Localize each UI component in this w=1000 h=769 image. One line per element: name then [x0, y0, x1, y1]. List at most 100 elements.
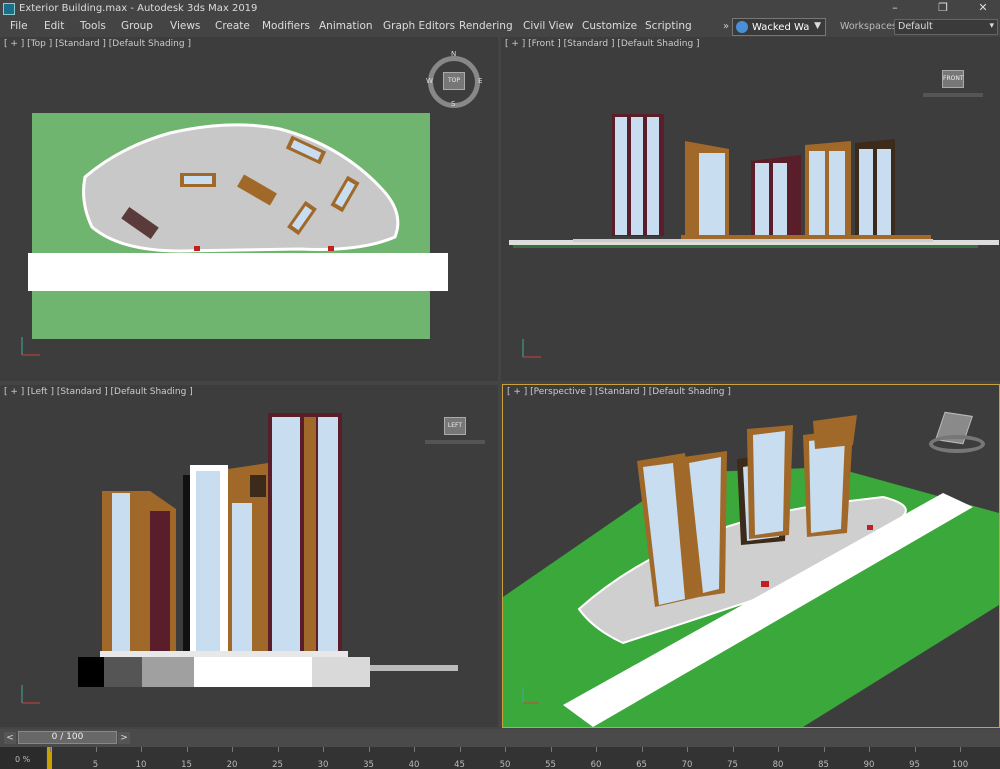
ruler-tick [550, 747, 552, 752]
ruler-mark-label: 70 [681, 760, 693, 769]
viewport-label[interactable]: [ + ] [Perspective ] [Standard ] [Defaul… [507, 387, 731, 397]
ruler-tick [186, 747, 188, 752]
ruler-tick [368, 747, 370, 752]
viewport-perspective[interactable]: [ + ] [Perspective ] [Standard ] [Defaul… [502, 384, 1000, 728]
ruler-mark-label: 100 [951, 760, 969, 769]
ruler-mark-label: 40 [408, 760, 420, 769]
workspaces-label: Workspaces: [840, 21, 901, 32]
ruler-tick [141, 747, 142, 752]
left-tower-2 [183, 465, 228, 657]
menu-civil-view[interactable]: Civil View [523, 20, 574, 32]
view-cube-base [923, 93, 983, 97]
user-icon [736, 21, 748, 33]
menu-tools[interactable]: Tools [80, 20, 106, 32]
viewport-label[interactable]: [ + ] [Front ] [Standard ] [Default Shad… [505, 39, 700, 49]
ruler-tick [277, 747, 279, 752]
road [28, 253, 448, 291]
menu-rendering[interactable]: Rendering [459, 20, 513, 32]
persp-tower-4 [747, 425, 793, 539]
viewport-top[interactable]: [ + ] [Top ] [Standard ] [Default Shadin… [0, 37, 498, 381]
menu-create[interactable]: Create [215, 20, 250, 32]
front-tower-3 [751, 155, 801, 237]
ruler-mark-label: 80 [772, 760, 784, 769]
ruler-tick [641, 747, 643, 752]
menu-edit[interactable]: Edit [44, 20, 64, 32]
minimize-button[interactable]: – [880, 0, 910, 17]
menu-graph-editors[interactable]: Graph Editors [383, 20, 455, 32]
chevron-down-icon: ▼ [814, 21, 821, 31]
maximize-button[interactable]: ❐ [928, 0, 958, 17]
ruler-mark-label: 65 [636, 760, 647, 769]
front-tower-5 [855, 139, 895, 237]
left-tower-3 [228, 463, 268, 653]
prev-frame-button[interactable]: < [4, 732, 16, 744]
next-frame-button[interactable]: > [118, 732, 130, 744]
perspective-scene [503, 415, 999, 727]
chevron-down-icon: ▾ [989, 21, 994, 31]
user-account-dropdown[interactable]: Wacked Wa ▼ [732, 18, 826, 36]
compass-east: E [478, 77, 483, 85]
ruler-tick [323, 747, 324, 752]
ruler-tick [505, 747, 506, 752]
menu-customize[interactable]: Customize [582, 20, 637, 32]
menu-modifiers[interactable]: Modifiers [262, 20, 310, 32]
viewport-front[interactable]: [ + ] [Front ] [Standard ] [Default Shad… [501, 37, 1000, 381]
ruler-mark-label: 60 [590, 760, 602, 769]
menu-scripting[interactable]: Scripting [645, 20, 692, 32]
front-tower-4 [805, 141, 851, 237]
ruler-tick [459, 747, 461, 752]
menu-file[interactable]: File [10, 20, 28, 32]
view-cube-ring[interactable] [929, 435, 985, 453]
view-cube[interactable]: FRONT [942, 70, 964, 88]
ruler-mark-label: 25 [272, 760, 283, 769]
chevron-right-icon[interactable]: » [723, 21, 729, 32]
ruler-mark-label: 15 [181, 760, 192, 769]
persp-tower-6 [813, 415, 857, 449]
front-tower-1 [612, 114, 664, 236]
close-button[interactable]: ✕ [968, 0, 998, 17]
ruler-tick [823, 747, 825, 752]
left-view-scene [21, 413, 458, 704]
view-cube[interactable]: LEFT [444, 417, 466, 435]
viewport-left[interactable]: [ + ] [Left ] [Standard ] [Default Shadi… [0, 385, 498, 727]
ruler-mark-label: 45 [454, 760, 465, 769]
track-bar-left: 0 % [0, 747, 46, 769]
ruler-tick [960, 747, 961, 752]
ruler-mark-label: 20 [226, 760, 238, 769]
title-bar: Exterior Building.max - Autodesk 3ds Max… [0, 0, 1000, 17]
compass-south: S [451, 100, 456, 108]
top-view-scene [21, 113, 448, 356]
left-tower-1 [102, 491, 176, 653]
ruler-mark-label: 10 [135, 760, 147, 769]
time-slider-bar: < 0 / 100 > [0, 729, 1000, 747]
view-cube[interactable]: TOP [443, 72, 465, 90]
user-name: Wacked Wa [752, 21, 810, 33]
viewport-label[interactable]: [ + ] [Top ] [Standard ] [Default Shadin… [4, 39, 191, 49]
viewport-label[interactable]: [ + ] [Left ] [Standard ] [Default Shadi… [4, 387, 193, 397]
workspaces-select[interactable]: Default ▾ [894, 19, 998, 35]
compass-west: W [426, 77, 433, 85]
ruler-tick [687, 747, 688, 752]
ruler-mark-label: 85 [818, 760, 829, 769]
menu-animation[interactable]: Animation [319, 20, 373, 32]
front-tower-2 [685, 141, 729, 237]
track-bar[interactable]: 0 % 5 10 15 20 25 30 35 40 45 50 55 60 65 70 75 80 85 90 9… [0, 747, 1000, 769]
ruler-tick [414, 747, 415, 752]
ruler-tick [232, 747, 233, 752]
ruler-mark-label: 35 [363, 760, 374, 769]
tower-1 [180, 173, 216, 187]
menu-views[interactable]: Views [170, 20, 200, 32]
ruler-tick [50, 747, 51, 752]
app-icon [3, 2, 15, 15]
compass-north: N [451, 50, 457, 58]
workspaces-value: Default [898, 21, 933, 32]
marker [328, 246, 334, 251]
marker [194, 246, 200, 251]
window-title: Exterior Building.max - Autodesk 3ds Max… [19, 3, 258, 14]
ruler-mark-label: 90 [863, 760, 875, 769]
ruler-mark-label: 75 [727, 760, 738, 769]
ruler-tick [914, 747, 916, 752]
time-slider[interactable]: 0 / 100 [18, 731, 117, 744]
menu-group[interactable]: Group [121, 20, 153, 32]
ruler-tick [95, 747, 97, 752]
